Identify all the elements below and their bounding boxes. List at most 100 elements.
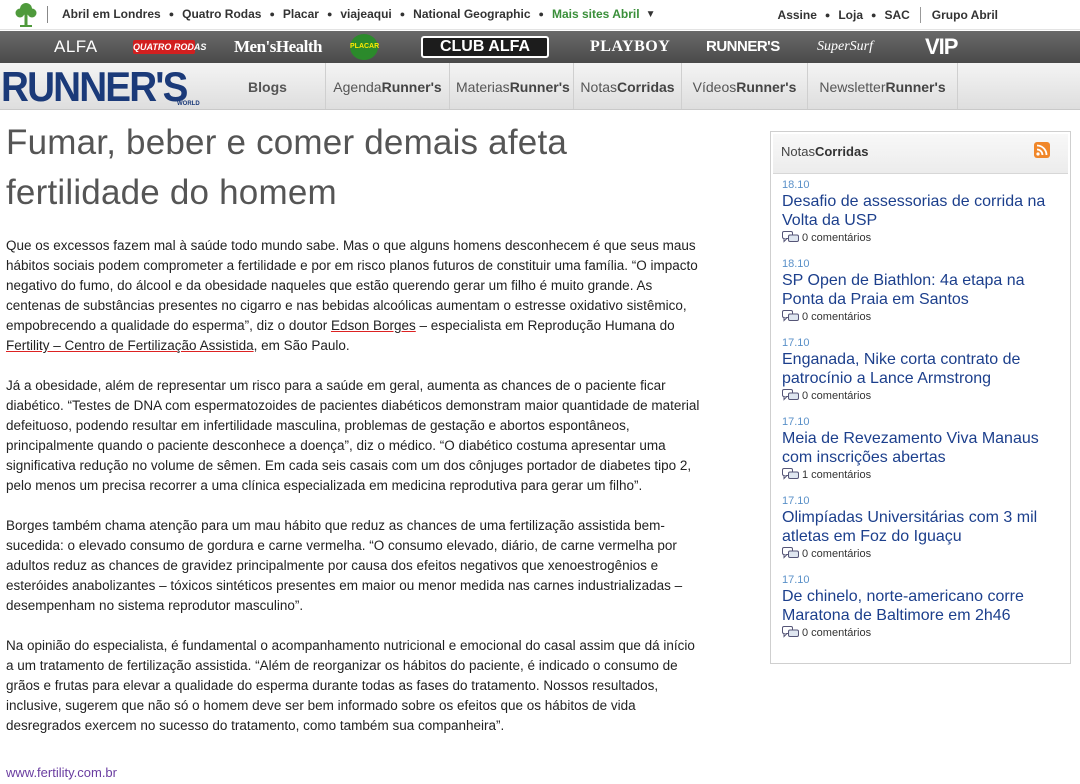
site-header: RUNNER'S WORLD Blogs AgendaRunner's Mate… [0, 63, 1080, 110]
bullet: ● [326, 9, 333, 19]
main-nav: Blogs AgendaRunner's MateriasRunner's No… [210, 63, 1061, 109]
news-item: 18.10 SP Open de Biathlon: 4a etapa na P… [782, 258, 1066, 323]
abril-sites-nav: Abril em Londres ● Quatro Rodas ● Placar… [62, 7, 655, 21]
comment-bubbles-icon [782, 389, 799, 401]
article: Fumar, beber e comer demais afeta fertil… [6, 118, 706, 756]
brand-quatro-rodas-logo[interactable]: QUATRO RODAS [133, 40, 206, 54]
brand-mens-health-logo[interactable]: Men'sHealth [234, 31, 323, 63]
nav-label-bold: Runner's [885, 79, 946, 95]
mais-sites-abril-dropdown[interactable]: Mais sites Abril [552, 7, 640, 21]
news-comments-link[interactable]: 0 comentários [782, 626, 1066, 639]
article-paragraph: Já a obesidade, além de representar um r… [6, 378, 700, 493]
brand-runners-logo[interactable]: RUNNER'S [706, 31, 780, 63]
brand-playboy-logo[interactable]: PLAYBOY [590, 31, 670, 63]
sidebar-title-pre: Notas [781, 144, 815, 159]
brand-alfa-logo[interactable]: ALFA [54, 31, 98, 63]
nav-label-bold: Runner's [736, 79, 797, 95]
nav-newsletter-runners[interactable]: NewsletterRunner's [807, 63, 957, 109]
bullet: ● [168, 9, 175, 19]
link-placar[interactable]: Placar [283, 7, 319, 21]
comment-bubbles-icon [782, 310, 799, 322]
news-item: 17.10 Enganada, Nike corta contrato de p… [782, 337, 1066, 402]
source-link[interactable]: www.fertility.com.br [6, 765, 117, 780]
article-body: Que os excessos fazem mal à saúde todo m… [6, 236, 706, 736]
bullet: ● [538, 9, 544, 19]
rss-icon[interactable] [1034, 142, 1050, 158]
brands-bar: ALFA QUATRO RODAS Men'sHealth PLACAR CLU… [0, 31, 1080, 63]
link-assine[interactable]: Assine [778, 8, 817, 22]
news-comments-link[interactable]: 0 comentários [782, 231, 1066, 244]
news-date: 17.10 [782, 337, 810, 349]
news-date: 17.10 [782, 416, 810, 428]
news-date: 18.10 [782, 179, 810, 191]
news-headline-link[interactable]: Enganada, Nike corta contrato de patrocí… [782, 350, 1066, 388]
link-sac[interactable]: SAC [884, 8, 909, 22]
brand-vip-logo[interactable]: VIP [925, 31, 958, 63]
news-date: 17.10 [782, 574, 810, 586]
news-comments-count: 0 comentários [802, 231, 872, 244]
news-item: 17.10 Olimpíadas Universitárias com 3 mi… [782, 495, 1066, 560]
divider [47, 6, 48, 23]
news-comments-link[interactable]: 0 comentários [782, 310, 1066, 323]
news-item: 17.10 De chinelo, norte-americano corre … [782, 574, 1066, 639]
sidebar-title[interactable]: NotasCorridas [781, 144, 868, 159]
news-headline-link[interactable]: De chinelo, norte-americano corre Marato… [782, 587, 1066, 625]
sidebar-header: NotasCorridas [773, 134, 1068, 174]
nav-videos-runners[interactable]: VídeosRunner's [681, 63, 807, 109]
comment-bubbles-icon [782, 468, 799, 480]
news-date: 18.10 [782, 258, 810, 270]
runners-world-logo[interactable]: RUNNER'S WORLD [0, 65, 204, 109]
nav-label-bold: Runner's [381, 79, 442, 95]
link-abril-em-londres[interactable]: Abril em Londres [62, 7, 161, 21]
bullet: ● [871, 10, 877, 20]
brand-club-alfa-logo[interactable]: CLUB ALFA [421, 36, 549, 58]
link-fertility-centro[interactable]: Fertility – Centro de Fertilização Assis… [6, 338, 254, 353]
article-paragraph: Que os excessos fazem mal à saúde todo m… [6, 236, 706, 356]
divider [919, 7, 921, 23]
news-comments-link[interactable]: 0 comentários [782, 389, 1066, 402]
news-headline-link[interactable]: SP Open de Biathlon: 4a etapa na Ponta d… [782, 271, 1066, 309]
comment-bubbles-icon [782, 231, 799, 243]
paragraph-text: , em São Paulo. [253, 338, 350, 353]
news-comments-count: 0 comentários [802, 626, 872, 639]
news-comments-link[interactable]: 0 comentários [782, 547, 1066, 560]
brand-supersurf-logo[interactable]: SuperSurf [817, 31, 873, 63]
comment-bubbles-icon [782, 547, 799, 559]
nav-materias-runners[interactable]: MateriasRunner's [449, 63, 573, 109]
abril-tree-logo-icon[interactable] [14, 2, 38, 28]
brand-placar-logo[interactable]: PLACAR [350, 34, 379, 60]
nav-label-pre: Notas [580, 79, 617, 95]
link-national-geographic[interactable]: National Geographic [413, 7, 530, 21]
bullet: ● [269, 9, 275, 19]
link-loja[interactable]: Loja [838, 8, 863, 22]
link-edson-borges[interactable]: Edson Borges [331, 318, 416, 333]
news-item: 17.10 Meia de Revezamento Viva Manaus co… [782, 416, 1066, 481]
news-comments-count: 0 comentários [802, 389, 872, 402]
article-paragraph: Na opinião do especialista, é fundamenta… [6, 638, 695, 733]
news-item: 18.10 Desafio de assessorias de corrida … [782, 179, 1066, 244]
nav-label-pre: Vídeos [692, 79, 737, 95]
news-date: 17.10 [782, 495, 810, 507]
nav-agenda-runners[interactable]: AgendaRunner's [325, 63, 449, 109]
comment-bubbles-icon [782, 626, 799, 638]
nav-blogs[interactable]: Blogs [210, 63, 325, 109]
link-viajeaqui[interactable]: viajeaqui [340, 7, 391, 21]
logo-subtext: WORLD [177, 101, 200, 107]
news-comments-count: 1 comentários [802, 468, 872, 481]
news-headline-link[interactable]: Meia de Revezamento Viva Manaus com insc… [782, 429, 1066, 467]
news-comments-count: 0 comentários [802, 547, 872, 560]
news-headline-link[interactable]: Desafio de assessorias de corrida na Vol… [782, 192, 1066, 230]
link-quatro-rodas[interactable]: Quatro Rodas [182, 7, 261, 21]
caret-down-icon[interactable]: ▼ [646, 9, 656, 20]
paragraph-text: – especialista em Reprodução Humana do [415, 318, 675, 333]
bullet: ● [399, 9, 406, 19]
link-grupo-abril[interactable]: Grupo Abril [932, 8, 998, 22]
abril-account-nav: Assine ● Loja ● SAC Grupo Abril [778, 7, 998, 23]
nav-notas-corridas[interactable]: NotasCorridas [573, 63, 681, 109]
nav-label-bold: Runner's [509, 79, 570, 95]
nav-label-bold: Corridas [617, 79, 675, 95]
news-comments-link[interactable]: 1 comentários [782, 468, 1066, 481]
nav-label-pre: Agenda [333, 79, 382, 95]
news-headline-link[interactable]: Olimpíadas Universitárias com 3 mil atle… [782, 508, 1066, 546]
nav-label-pre: Newsletter [819, 79, 886, 95]
